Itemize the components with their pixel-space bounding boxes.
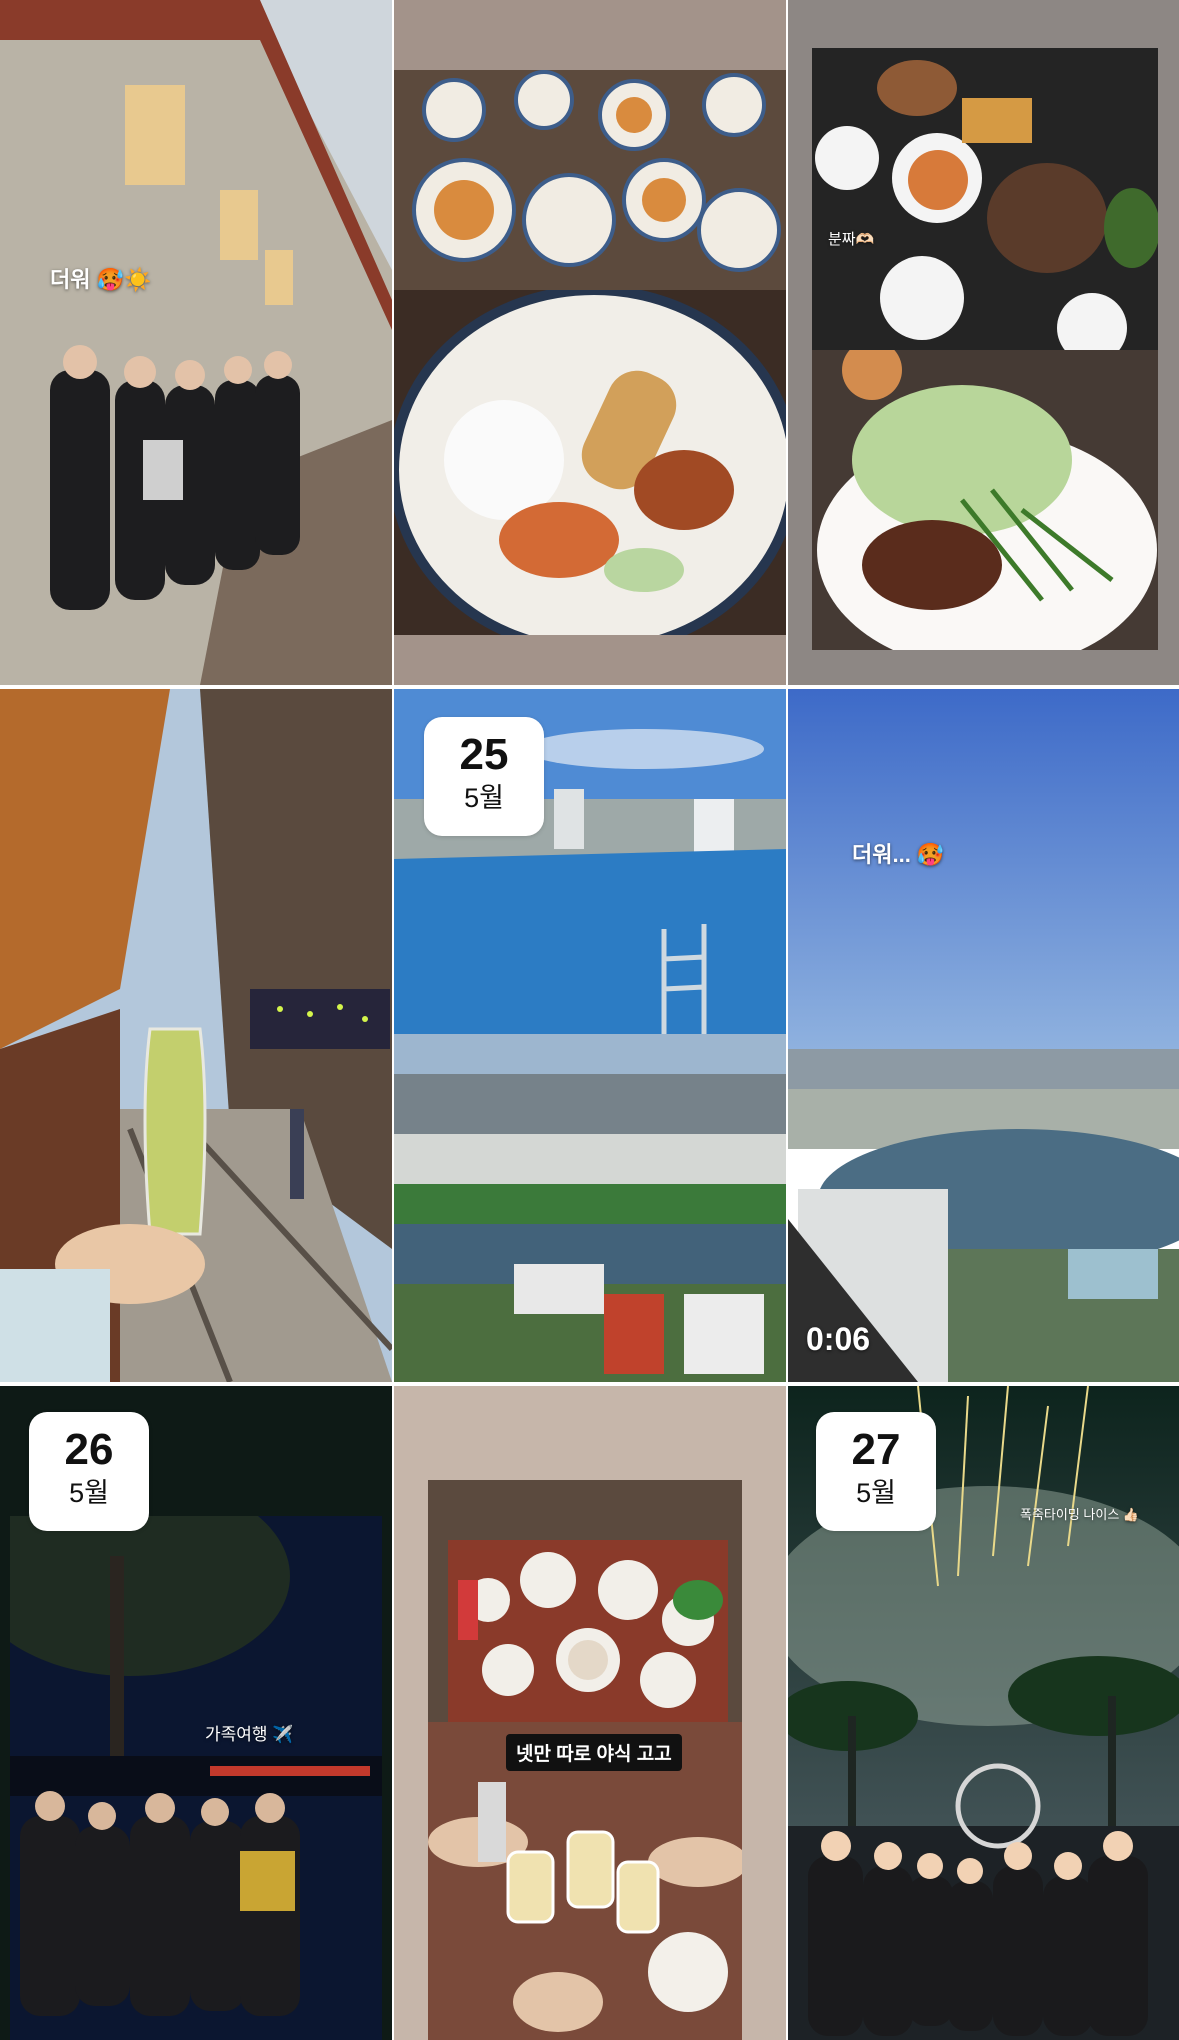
video-duration: 0:06 [806,1321,871,1357]
story-photo [788,689,1179,1382]
date-badge: 25 5월 [424,717,544,836]
date-badge: 27 5월 [816,1412,936,1531]
story-photo [10,1516,382,2040]
story-tile-2[interactable] [394,0,786,685]
story-photo-top [812,48,1158,350]
story-caption: 더워... 🥵 [852,842,945,867]
story-tile-7[interactable]: 26 5월 가족여행 ✈️ [0,1386,392,2040]
story-tile-5[interactable]: 25 5월 [394,689,786,1382]
date-month: 5월 [856,1478,896,1508]
date-day: 27 [851,1425,901,1474]
story-photo-top [394,70,786,290]
story-tile-9[interactable]: 27 5월 폭죽타이밍 나이스 👍🏻 [788,1386,1179,2040]
story-caption: 더워 🥵☀️ [50,267,152,292]
story-caption: 가족여행 ✈️ [205,1725,294,1744]
story-photo-bottom [394,290,786,635]
date-badge: 26 5월 [29,1412,149,1531]
story-photo [0,689,392,1382]
story-caption: 넷만 따로 야식 고고 [506,1734,682,1771]
story-photo [0,0,392,685]
story-tile-3[interactable]: 분짜🫶🏻 [788,0,1179,685]
story-tile-6[interactable]: 더워... 🥵 0:06 [788,689,1179,1382]
story-photo-bottom [394,1034,786,1382]
date-month: 5월 [464,783,504,813]
story-photo-top [428,1480,742,1722]
date-day: 25 [459,730,509,779]
date-month: 5월 [69,1478,109,1508]
story-photo-bottom [812,350,1158,650]
story-tile-4[interactable] [0,689,392,1382]
story-caption: 폭죽타이밍 나이스 👍🏻 [1020,1507,1140,1522]
story-tile-1[interactable]: 더워 🥵☀️ [0,0,392,685]
story-highlights-grid: 더워 🥵☀️ 분짜🫶🏻 25 5월 더워... 🥵 0:06 26 5월 가족여… [0,0,1179,2040]
story-tile-8[interactable]: 넷만 따로 야식 고고 [394,1386,786,2040]
story-caption: 분짜🫶🏻 [828,231,875,248]
date-day: 26 [64,1425,114,1474]
